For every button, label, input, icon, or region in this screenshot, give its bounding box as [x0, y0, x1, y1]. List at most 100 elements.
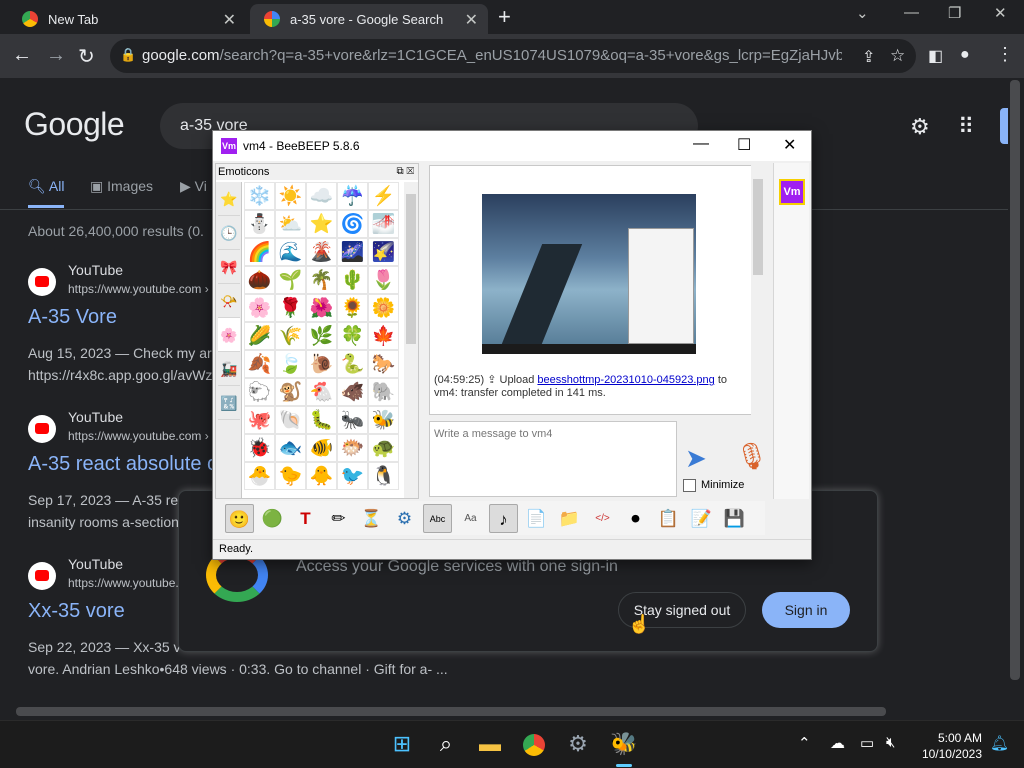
emoticon-item[interactable]: ❄️ — [244, 182, 275, 210]
minimize-icon[interactable]: — — [693, 135, 709, 153]
profile-button-edge[interactable] — [1000, 108, 1008, 144]
minimize-checkbox[interactable] — [683, 479, 696, 492]
menu-kebab-icon[interactable]: ⋮ — [996, 44, 1014, 65]
message-input[interactable]: Write a message to vm4 — [429, 421, 677, 497]
emoticon-item[interactable]: 🍁 — [368, 322, 399, 350]
close-tab-icon[interactable]: ✕ — [465, 10, 478, 30]
emoticon-item[interactable]: 🐧 — [368, 462, 399, 490]
url-text[interactable]: google.com/search?q=a-35+vore&rlz=1C1GCE… — [142, 47, 842, 64]
emoticon-item[interactable]: 🌼 — [368, 294, 399, 322]
close-icon[interactable]: ✕ — [783, 135, 796, 155]
emoticon-item[interactable]: 🐎 — [368, 350, 399, 378]
uploaded-file-link[interactable]: beesshottmp-20231010-045923.png — [537, 374, 714, 386]
emoticon-item[interactable]: 🌷 — [368, 266, 399, 294]
settings-gear-icon[interactable]: ⚙ — [562, 728, 594, 760]
send-message-icon[interactable]: ➤ — [685, 443, 707, 474]
forward-icon[interactable]: → — [46, 44, 66, 67]
category-tab[interactable]: 🎀 — [218, 250, 240, 284]
back-icon[interactable]: ← — [12, 44, 32, 67]
lock-icon[interactable]: 🔒 — [120, 47, 136, 63]
weather-icon[interactable]: ☁ — [830, 734, 845, 752]
emoticon-item[interactable]: 🐚 — [275, 406, 306, 434]
emoticon-item[interactable]: 🌺 — [306, 294, 337, 322]
result-title-link[interactable]: A-35 react absolute c — [28, 453, 217, 476]
emoticon-item[interactable]: 🌊 — [275, 238, 306, 266]
reload-icon[interactable]: ↻ — [78, 44, 95, 69]
category-tab[interactable]: ⭐ — [218, 182, 240, 216]
screenshot-thumbnail[interactable] — [482, 194, 696, 354]
volume-mute-icon[interactable]: 🔇︎ — [886, 734, 895, 751]
result-url[interactable]: https://www.youtube. — [68, 576, 179, 590]
restore-icon[interactable]: ❐ — [948, 4, 961, 22]
emoticon-item[interactable]: 🐍 — [337, 350, 368, 378]
result-title-link[interactable]: Xx-35 vore — [28, 600, 125, 623]
microphone-icon[interactable]: 🎙 — [735, 441, 768, 472]
sign-in-button[interactable]: Sign in — [762, 592, 850, 628]
emoticon-item[interactable]: 🐣 — [244, 462, 275, 490]
save-icon[interactable]: 💾 — [720, 504, 749, 533]
category-tab-active[interactable]: 🌸 — [218, 318, 240, 352]
emoticon-item[interactable]: 🍂 — [244, 350, 275, 378]
minimize-icon[interactable]: — — [904, 4, 919, 21]
emoticon-item[interactable]: 🐥 — [306, 462, 337, 490]
profile-icon[interactable]: ● — [960, 46, 970, 64]
emoticon-item[interactable]: ⛄ — [244, 210, 275, 238]
emoticon-item[interactable]: 🐡 — [337, 434, 368, 462]
emoticon-item[interactable]: 🐠 — [306, 434, 337, 462]
emoticon-item[interactable]: ⛅ — [275, 210, 306, 238]
emoticon-item[interactable]: 🐤 — [275, 462, 306, 490]
panel-float-close-icon[interactable]: ⧉ ☒ — [397, 164, 414, 180]
send-file-icon[interactable]: 📄 — [522, 504, 551, 533]
emoticon-item[interactable]: 🌿 — [306, 322, 337, 350]
emoticon-item[interactable]: 🐘 — [368, 378, 399, 406]
settings-icon[interactable]: ⚙ — [390, 504, 419, 533]
sound-icon[interactable]: ♪ — [489, 503, 518, 533]
emoticon-item[interactable]: ⭐ — [306, 210, 337, 238]
emoticon-item[interactable]: ☔ — [337, 182, 368, 210]
close-tab-icon[interactable]: ✕ — [223, 10, 236, 30]
beebeep-icon[interactable]: 🐝 — [608, 728, 640, 760]
emoticon-item[interactable]: 🌱 — [275, 266, 306, 294]
network-icon[interactable]: ▭ — [860, 734, 874, 752]
user-avatar[interactable]: Vm — [779, 179, 805, 205]
close-window-icon[interactable]: ✕ — [994, 4, 1007, 22]
emoticon-item[interactable]: 🌈 — [244, 238, 275, 266]
emoticon-item[interactable]: ☁️ — [306, 182, 337, 210]
status-icon[interactable]: 🟢 — [258, 504, 287, 533]
category-tab[interactable]: 🚂 — [218, 352, 240, 386]
tab-search-icon[interactable]: ⌄ — [856, 4, 869, 22]
horizontal-scroll-thumb[interactable] — [16, 707, 886, 716]
spellcheck-icon[interactable]: Abc — [423, 503, 452, 533]
text-style-icon[interactable]: Aa — [456, 504, 485, 533]
show-hidden-icons-icon[interactable]: ⌃ — [798, 734, 811, 752]
maximize-icon[interactable]: ☐ — [737, 135, 751, 155]
emoticon-item[interactable]: 🍃 — [275, 350, 306, 378]
result-url[interactable]: https://www.youtube.com › — [68, 429, 209, 443]
emoticon-item[interactable]: 🐒 — [275, 378, 306, 406]
send-folder-icon[interactable]: 📁 — [555, 504, 584, 533]
emoticon-item[interactable]: 🐌 — [306, 350, 337, 378]
emoticon-item[interactable]: 🌸 — [244, 294, 275, 322]
category-tab[interactable]: 🔣 — [218, 386, 240, 420]
clock[interactable]: 5:00 AM 10/10/2023 — [912, 730, 982, 762]
emoticon-item[interactable]: 🌠 — [368, 238, 399, 266]
filter-icon[interactable]: ⏳ — [357, 504, 386, 533]
side-panel-icon[interactable]: ◧ — [928, 46, 943, 66]
emoticon-item[interactable]: 🐝 — [368, 406, 399, 434]
emoticon-item[interactable]: 🐗 — [337, 378, 368, 406]
result-title-link[interactable]: A-35 Vore — [28, 306, 117, 329]
emoticon-item[interactable]: 🌰 — [244, 266, 275, 294]
emoticon-item[interactable]: 🌾 — [275, 322, 306, 350]
share-icon[interactable]: ⇪ — [862, 47, 875, 67]
emoticon-item[interactable]: 🌋 — [306, 238, 337, 266]
emoticon-item[interactable]: 🌁 — [368, 210, 399, 238]
clipboard-icon[interactable]: 📋 — [654, 504, 683, 533]
code-icon[interactable]: </> — [588, 504, 617, 533]
emoticon-item[interactable]: 🐟 — [275, 434, 306, 462]
font-icon[interactable]: T — [291, 504, 320, 533]
emoticon-item[interactable]: 🌌 — [337, 238, 368, 266]
new-tab-button[interactable]: + — [498, 4, 511, 30]
tab-new-tab[interactable]: New Tab ✕ — [8, 4, 246, 34]
screenshot-icon[interactable]: ⏺ — [621, 504, 650, 533]
chat-scroll-thumb[interactable] — [753, 179, 763, 275]
